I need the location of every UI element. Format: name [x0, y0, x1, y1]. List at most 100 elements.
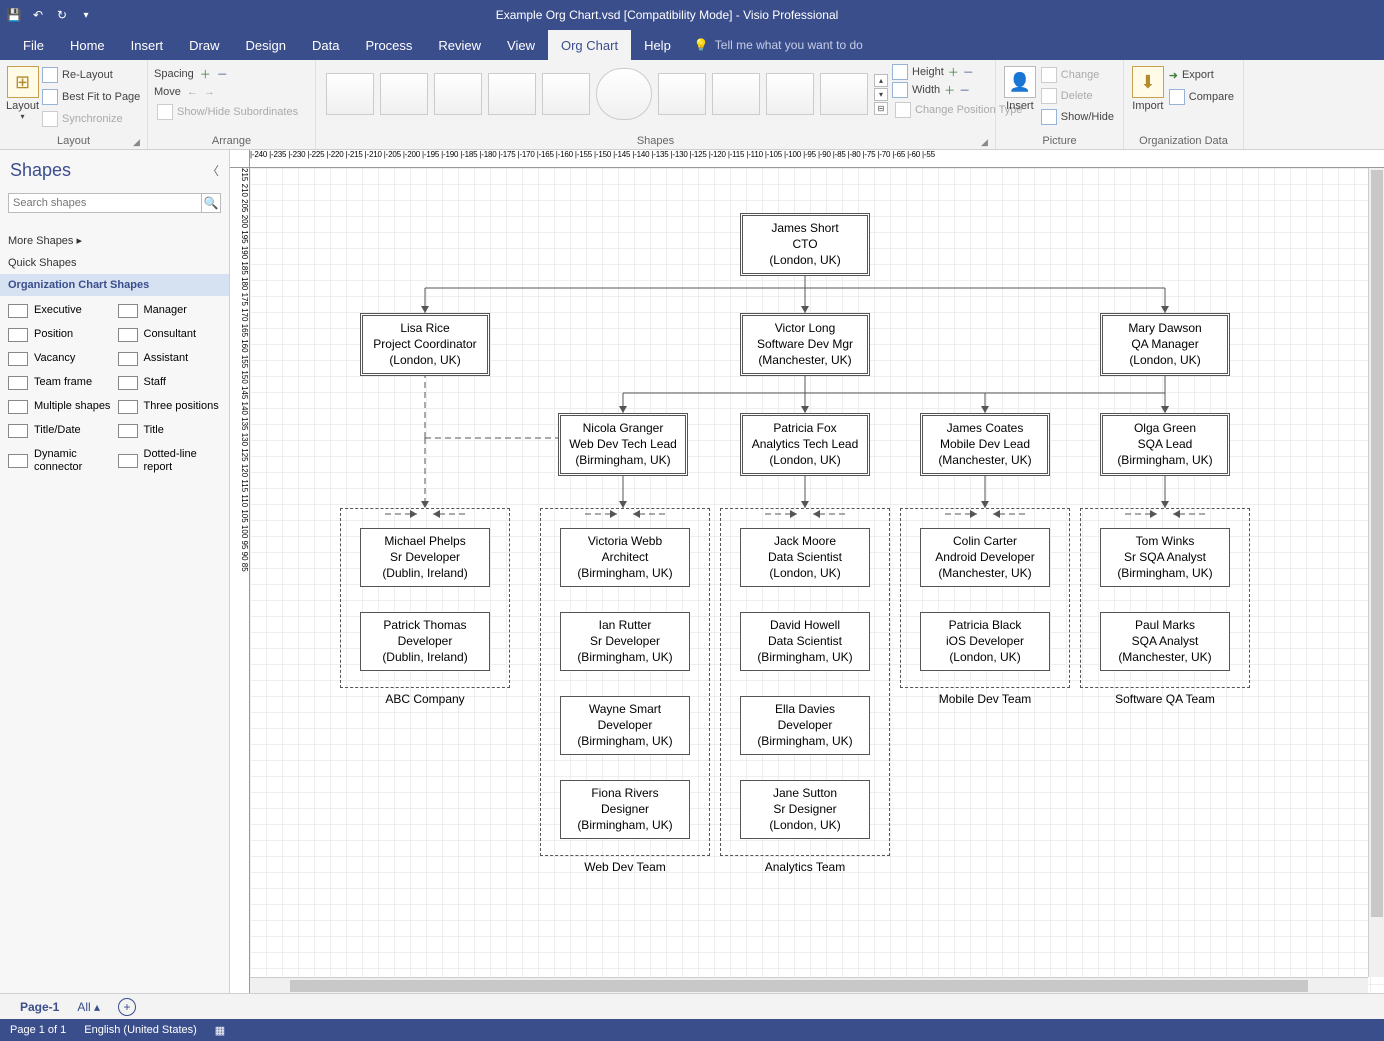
org-box-l3[interactable]: Patricia FoxAnalytics Tech Lead(London, …	[740, 413, 870, 476]
org-box-member[interactable]: Jane SuttonSr Designer(London, UK)	[740, 780, 870, 839]
height-plus-icon[interactable]: ＋	[948, 64, 959, 80]
shape-thumb[interactable]	[326, 73, 374, 115]
gallery-more-icon[interactable]: ⊟	[874, 102, 888, 115]
gallery-down-icon[interactable]: ▾	[874, 88, 888, 101]
shape-item[interactable]: Consultant	[118, 328, 222, 342]
shape-item[interactable]: Executive	[8, 304, 112, 318]
shape-thumb[interactable]	[434, 73, 482, 115]
org-box-member[interactable]: Fiona RiversDesigner(Birmingham, UK)	[560, 780, 690, 839]
save-icon[interactable]: 💾	[6, 7, 22, 23]
shape-thumb[interactable]	[658, 73, 706, 115]
scrollbar-horizontal[interactable]	[250, 977, 1368, 993]
search-input[interactable]	[8, 193, 201, 213]
scrollbar-vertical[interactable]	[1368, 168, 1384, 977]
org-box-member[interactable]: Wayne SmartDeveloper(Birmingham, UK)	[560, 696, 690, 755]
shape-item[interactable]: Title	[118, 424, 222, 438]
compare-button[interactable]: Compare	[1166, 87, 1237, 107]
search-button[interactable]: 🔍	[201, 193, 221, 213]
org-box-cto[interactable]: James ShortCTO(London, UK)	[740, 213, 870, 276]
menu-draw[interactable]: Draw	[176, 30, 232, 60]
org-box-l2[interactable]: Victor LongSoftware Dev Mgr(Manchester, …	[740, 313, 870, 376]
width-minus-icon[interactable]: －	[959, 82, 970, 98]
height-minus-icon[interactable]: －	[963, 64, 974, 80]
move-left-icon[interactable]: ←	[187, 86, 198, 98]
org-box-member[interactable]: Victoria WebbArchitect(Birmingham, UK)	[560, 528, 690, 587]
tell-me[interactable]: 💡 Tell me what you want to do	[684, 38, 873, 52]
org-box-member[interactable]: Patricia BlackiOS Developer(London, UK)	[920, 612, 1050, 671]
org-box-l3[interactable]: Nicola GrangerWeb Dev Tech Lead(Birmingh…	[558, 413, 688, 476]
menu-org-chart[interactable]: Org Chart	[548, 30, 631, 60]
menu-help[interactable]: Help	[631, 30, 684, 60]
shape-item[interactable]: Manager	[118, 304, 222, 318]
menu-home[interactable]: Home	[57, 30, 118, 60]
change-picture-button[interactable]: Change	[1038, 65, 1117, 85]
quick-shapes-link[interactable]: Quick Shapes	[0, 252, 229, 274]
show-hide-subordinates-button[interactable]: Show/Hide Subordinates	[154, 102, 309, 122]
menu-data[interactable]: Data	[299, 30, 352, 60]
org-box-member[interactable]: Jack MooreData Scientist(London, UK)	[740, 528, 870, 587]
org-box-member[interactable]: Colin CarterAndroid Developer(Manchester…	[920, 528, 1050, 587]
org-box-l2[interactable]: Lisa RiceProject Coordinator(London, UK)	[360, 313, 490, 376]
menu-design[interactable]: Design	[233, 30, 299, 60]
shape-item[interactable]: Staff	[118, 376, 222, 390]
org-box-l3[interactable]: Olga GreenSQA Lead(Birmingham, UK)	[1100, 413, 1230, 476]
canvas[interactable]: James ShortCTO(London, UK) Lisa RiceProje…	[250, 168, 1384, 993]
org-box-member[interactable]: Ian RutterSr Developer(Birmingham, UK)	[560, 612, 690, 671]
spacing-minus-icon[interactable]: －	[217, 66, 228, 82]
spacing-plus-icon[interactable]: ＋	[200, 66, 211, 82]
shape-item[interactable]: Three positions	[118, 400, 222, 414]
shape-thumb[interactable]	[820, 73, 868, 115]
more-shapes-link[interactable]: More Shapes ▸	[0, 229, 229, 252]
insert-picture-button[interactable]: 👤 Insert	[1002, 62, 1038, 127]
shape-thumb[interactable]	[596, 68, 652, 120]
dialog-launcher-icon[interactable]: ◢	[133, 137, 143, 147]
menu-file[interactable]: File	[10, 30, 57, 60]
showhide-picture-button[interactable]: Show/Hide	[1038, 107, 1117, 127]
org-box-member[interactable]: Patrick ThomasDeveloper(Dublin, Ireland)	[360, 612, 490, 671]
add-page-button[interactable]: +	[118, 998, 136, 1016]
menu-insert[interactable]: Insert	[118, 30, 177, 60]
shape-item[interactable]: Vacancy	[8, 352, 112, 366]
redo-icon[interactable]: ↻	[54, 7, 70, 23]
shape-thumb[interactable]	[380, 73, 428, 115]
synchronize-button[interactable]: Synchronize	[39, 109, 143, 129]
org-box-l3[interactable]: James CoatesMobile Dev Lead(Manchester, …	[920, 413, 1050, 476]
shape-thumb[interactable]	[766, 73, 814, 115]
shape-item[interactable]: Team frame	[8, 376, 112, 390]
menu-process[interactable]: Process	[352, 30, 425, 60]
qat-more-icon[interactable]: ▾	[78, 7, 94, 23]
shape-thumb[interactable]	[712, 73, 760, 115]
shape-item[interactable]: Assistant	[118, 352, 222, 366]
layout-button[interactable]: ⊞ Layout ▾	[6, 62, 39, 129]
gallery-up-icon[interactable]: ▴	[874, 74, 888, 87]
org-box-l2[interactable]: Mary DawsonQA Manager(London, UK)	[1100, 313, 1230, 376]
org-box-member[interactable]: Tom WinksSr SQA Analyst(Birmingham, UK)	[1100, 528, 1230, 587]
export-button[interactable]: ➜Export	[1166, 65, 1237, 85]
shape-item[interactable]: Multiple shapes	[8, 400, 112, 414]
width-plus-icon[interactable]: ＋	[944, 82, 955, 98]
best-fit-button[interactable]: Best Fit to Page	[39, 87, 143, 107]
page-tab[interactable]: Page-1	[20, 1000, 59, 1014]
org-box-member[interactable]: Ella DaviesDeveloper(Birmingham, UK)	[740, 696, 870, 755]
all-pages-tab[interactable]: All ▴	[77, 1000, 100, 1014]
macro-icon[interactable]: ▦	[215, 1024, 225, 1037]
org-box-member[interactable]: Paul MarksSQA Analyst(Manchester, UK)	[1100, 612, 1230, 671]
move-right-icon[interactable]: →	[204, 86, 215, 98]
shape-item[interactable]: Title/Date	[8, 424, 112, 438]
org-chart-shapes-link[interactable]: Organization Chart Shapes	[0, 274, 229, 296]
shape-thumb[interactable]	[542, 73, 590, 115]
undo-icon[interactable]: ↶	[30, 7, 46, 23]
import-button[interactable]: ⬇ Import	[1130, 62, 1166, 112]
shape-item[interactable]: Dynamic connector	[8, 448, 112, 474]
menu-review[interactable]: Review	[425, 30, 494, 60]
shape-item[interactable]: Dotted-line report	[118, 448, 222, 474]
org-box-member[interactable]: David HowellData Scientist(Birmingham, U…	[740, 612, 870, 671]
dialog-launcher-icon[interactable]: ◢	[981, 137, 991, 147]
menu-view[interactable]: View	[494, 30, 548, 60]
relayout-button[interactable]: Re-Layout	[39, 65, 143, 85]
org-box-member[interactable]: Michael PhelpsSr Developer(Dublin, Irela…	[360, 528, 490, 587]
shape-thumb[interactable]	[488, 73, 536, 115]
shape-item[interactable]: Position	[8, 328, 112, 342]
delete-picture-button[interactable]: Delete	[1038, 86, 1117, 106]
collapse-pane-icon[interactable]: 〈	[207, 162, 219, 179]
